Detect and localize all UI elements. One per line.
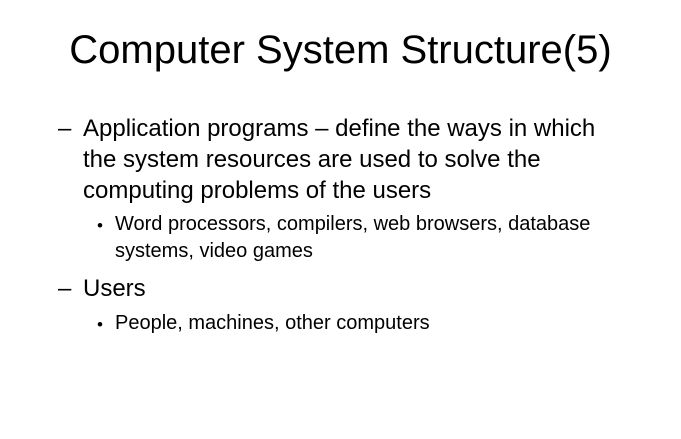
bullet-line: the system resources are used to solve t… (83, 146, 541, 173)
bullet-text: People, machines, other computers (115, 310, 430, 337)
dot-bullet-marker: • (97, 315, 103, 334)
bullet-text: Users (83, 273, 146, 304)
bullet-line: Application programs – define the ways i… (83, 115, 596, 142)
bullet-line: Word processors, compilers, web browsers… (115, 213, 591, 235)
bullet-text: Application programs – define the ways i… (83, 113, 595, 206)
bullet-line: Users (83, 275, 146, 302)
bullet-line: People, machines, other computers (115, 312, 430, 334)
slide-title: Computer System Structure(5) (69, 28, 612, 72)
bullet-application-programs: – Application programs – define the ways… (58, 113, 668, 208)
bullet-line: computing problems of the users (83, 177, 432, 204)
dot-bullet-marker: • (97, 216, 103, 235)
dash-bullet-marker: – (58, 275, 72, 302)
bullet-text: Word processors, compilers, web browsers… (115, 211, 590, 265)
dash-bullet-marker: – (58, 115, 72, 142)
slide: Computer System Structure(5) – Applicati… (0, 0, 681, 439)
bullet-line: systems, video games (115, 240, 313, 262)
bullet-users: – Users (58, 273, 668, 304)
sub-bullet-application-examples: • Word processors, compilers, web browse… (97, 211, 667, 267)
sub-bullet-user-examples: • People, machines, other computers (97, 310, 667, 338)
